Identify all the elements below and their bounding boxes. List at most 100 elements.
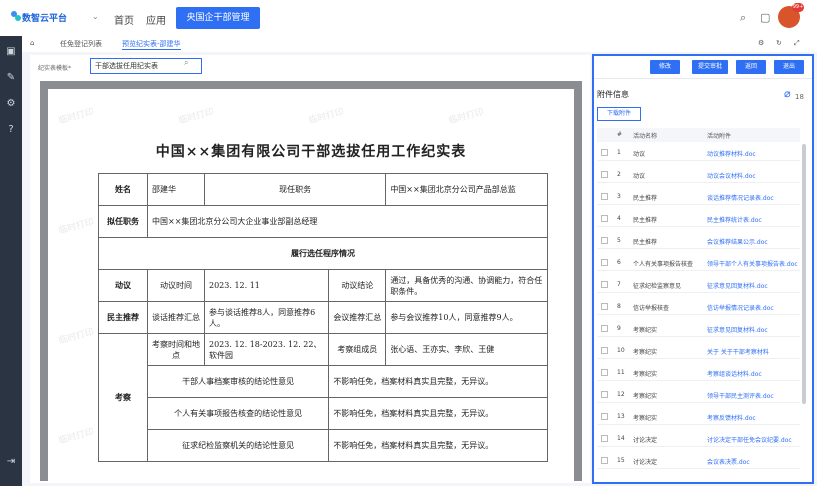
row-file-link[interactable]: 领导干部个人有关事项报告表.doc (707, 259, 802, 268)
row-checkbox[interactable] (601, 171, 608, 178)
attachment-row[interactable]: 6 个人有关事项报告核查 领导干部个人有关事项报告表.doc (597, 254, 800, 271)
row-type: 个人有关事项报告核查 (633, 261, 694, 268)
attachment-row[interactable]: 13 考察纪实 考察反馈材料.doc (597, 408, 800, 425)
row-checkbox[interactable] (601, 391, 608, 398)
recommend-label: 民主推荐 (98, 301, 148, 334)
row-file-link[interactable]: 讨论决定干部任免会议纪要.doc (707, 435, 802, 444)
row-file-link[interactable]: 征求意见回复材料.doc (707, 325, 802, 334)
talk-recommend-value: 参与谈话推荐8人，同意推荐6人。 (203, 301, 330, 334)
row-checkbox[interactable] (601, 303, 608, 310)
crumb-register-list[interactable]: 任免登记列表 (60, 39, 102, 49)
nav-home[interactable]: 首页 (114, 12, 134, 27)
refresh-icon[interactable]: ↻ (776, 39, 782, 47)
scrollbar[interactable] (802, 144, 806, 404)
exit-icon[interactable]: ⇥ (5, 456, 17, 468)
row-type: 民主推荐 (633, 217, 658, 224)
watermark: 临时打印 (57, 107, 96, 127)
document-preview-area: 纪实表模板* 干部选拔任用纪实表 ⌕ 临时打印 临时打印 临时打印 临时打印 临… (30, 55, 590, 483)
row-file-link[interactable]: 会议表决票.doc (707, 457, 802, 466)
row-file-link[interactable]: 谈话推荐情况记录表.doc (707, 193, 802, 202)
row-checkbox[interactable] (601, 237, 608, 244)
edit-button[interactable]: 修改 (650, 60, 680, 74)
row-file-link[interactable]: 考察反馈材料.doc (707, 413, 802, 422)
watermark: 临时打印 (177, 107, 216, 127)
row-file-link[interactable]: 考察组谈话材料.doc (707, 369, 802, 378)
attachment-row[interactable]: 9 考察纪实 征求意见回复材料.doc (597, 320, 800, 337)
current-post-value: 中国××集团北京分公司产品部总监 (385, 173, 548, 206)
attachment-row[interactable]: 11 考察纪实 考察组谈话材料.doc (597, 364, 800, 381)
attachment-row[interactable]: 1 动议 动议推荐材料.doc (597, 144, 800, 161)
row-no: 11 (617, 369, 625, 376)
gear-icon[interactable]: ⚙ (5, 98, 17, 110)
row-no: 1 (617, 149, 621, 156)
row-checkbox[interactable] (601, 215, 608, 222)
archive-value: 不影响任免，档案材料真实且完整，无异议。 (328, 365, 548, 398)
row-type: 考察纪实 (633, 349, 658, 356)
motion-conclusion-label: 动议结论 (328, 269, 387, 302)
row-file-link[interactable]: 征求意见回复材料.doc (707, 281, 802, 290)
row-no: 10 (617, 347, 625, 354)
document-title: 中国××集团有限公司干部选拔任用工作纪实表 (155, 144, 467, 160)
paperclip-icon: ⌀ (784, 87, 791, 100)
exit-button[interactable]: 退出 (774, 60, 804, 74)
chevron-down-icon[interactable]: ⌄ (92, 12, 99, 21)
attachment-row[interactable]: 14 讨论决定 讨论决定干部任免会议纪要.doc (597, 430, 800, 447)
search-icon[interactable]: ⌕ (740, 11, 746, 25)
template-label: 纪实表模板* (38, 65, 72, 72)
nav-tab-cadre-management[interactable]: 央国企干部管理 (176, 7, 260, 29)
logo-icon (11, 11, 21, 21)
row-checkbox[interactable] (601, 413, 608, 420)
row-file-link[interactable]: 动议推荐材料.doc (707, 149, 802, 158)
attachment-row[interactable]: 5 民主推荐 会议推荐结果公示.doc (597, 232, 800, 249)
attachment-row[interactable]: 7 征求纪检监察意见 征求意见回复材料.doc (597, 276, 800, 293)
attachment-row[interactable]: 2 动议 动议会议材料.doc (597, 166, 800, 183)
row-checkbox[interactable] (601, 149, 608, 156)
submit-approval-button[interactable]: 提交审批 (692, 60, 728, 74)
attachment-row[interactable]: 4 民主推荐 民主推荐统计表.doc (597, 210, 800, 227)
row-checkbox[interactable] (601, 347, 608, 354)
settings-icon[interactable]: ⚙ (758, 39, 764, 47)
document-icon[interactable]: ▢ (760, 11, 770, 24)
crumb-preview[interactable]: 预览纪实表-邵建华 (122, 39, 181, 50)
download-attachments-button[interactable]: 下载附件 (597, 107, 641, 121)
grid-icon[interactable]: ▣ (5, 46, 17, 58)
edit-icon[interactable]: ✎ (5, 72, 17, 84)
row-checkbox[interactable] (601, 435, 608, 442)
row-checkbox[interactable] (601, 457, 608, 464)
attachment-list-header: # 活动名称 活动附件 (597, 128, 800, 142)
attachment-row[interactable]: 12 考察纪实 领导干部民主测评表.doc (597, 386, 800, 403)
motion-label: 动议 (98, 269, 148, 302)
row-file-link[interactable]: 关于 关于干部考察材料 (707, 347, 802, 356)
attachment-row[interactable]: 15 讨论决定 会议表决票.doc (597, 452, 800, 469)
attachment-row[interactable]: 10 考察纪实 关于 关于干部考察材料 (597, 342, 800, 359)
attachment-row[interactable]: 8 信访举报核查 信访举报情况记录表.doc (597, 298, 800, 315)
back-button[interactable]: 返回 (736, 60, 766, 74)
nav-apps[interactable]: 应用 (146, 12, 166, 27)
inspect-label: 考察 (98, 333, 148, 462)
col-type: 活动名称 (633, 133, 658, 140)
row-file-link[interactable]: 信访举报情况记录表.doc (707, 303, 802, 312)
row-checkbox[interactable] (601, 259, 608, 266)
help-icon[interactable]: ? (5, 124, 17, 136)
report-value: 不影响任免，档案材料真实且完整，无异议。 (328, 397, 548, 430)
document-page: 临时打印 临时打印 临时打印 临时打印 临时打印 临时打印 临时打印 中国××集… (48, 89, 574, 481)
row-file-link[interactable]: 会议推荐结果公示.doc (707, 237, 802, 246)
current-post-label: 现任职务 (203, 173, 387, 206)
row-file-link[interactable]: 领导干部民主测评表.doc (707, 391, 802, 400)
row-checkbox[interactable] (601, 325, 608, 332)
attachment-row[interactable]: 3 民主推荐 谈话推荐情况记录表.doc (597, 188, 800, 205)
procedure-header: 履行选任程序情况 (98, 237, 548, 270)
search-icon[interactable]: ⌕ (184, 58, 188, 68)
row-no: 2 (617, 171, 621, 178)
home-icon[interactable]: ⌂ (30, 39, 34, 47)
row-no: 8 (617, 303, 621, 310)
row-file-link[interactable]: 动议会议材料.doc (707, 171, 802, 180)
row-checkbox[interactable] (601, 369, 608, 376)
fullscreen-icon[interactable]: ⤢ (794, 39, 800, 48)
meeting-recommend-value: 参与会议推荐10人，同意推荐9人。 (385, 301, 548, 334)
row-checkbox[interactable] (601, 281, 608, 288)
archive-label: 干部人事档案审核的结论性意见 (146, 365, 330, 398)
row-file-link[interactable]: 民主推荐统计表.doc (707, 215, 802, 224)
row-checkbox[interactable] (601, 193, 608, 200)
inspect-group-value: 张心语、王亦实、李欣、王健 (385, 333, 548, 366)
